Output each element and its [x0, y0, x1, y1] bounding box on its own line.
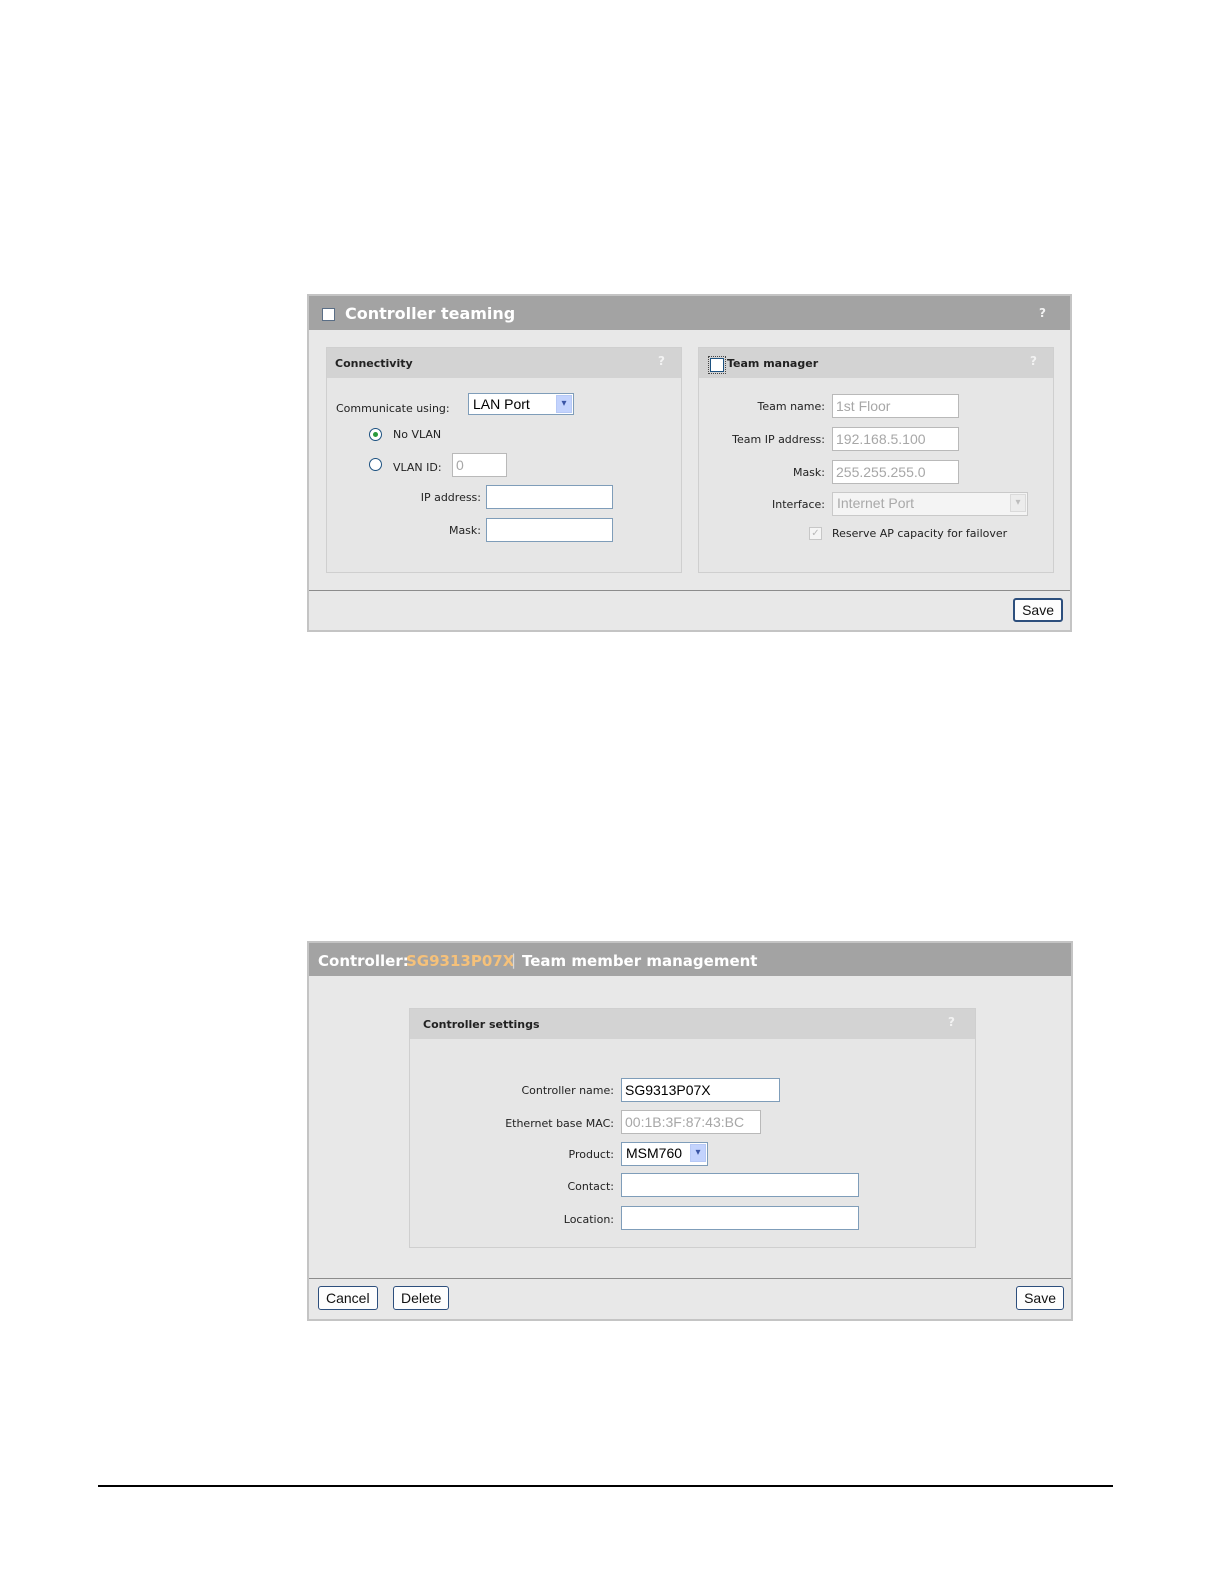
- header-prefix: Controller:: [318, 952, 409, 970]
- collapse-checkbox[interactable]: [322, 308, 335, 321]
- save-button[interactable]: Save: [1016, 1286, 1064, 1310]
- team-member-header: Controller: SG9313P07X | Team member man…: [309, 943, 1071, 976]
- cancel-button[interactable]: Cancel: [318, 1286, 378, 1310]
- help-icon[interactable]: ?: [948, 1015, 955, 1029]
- panel-title: Controller teaming: [345, 304, 516, 323]
- chevron-down-icon[interactable]: ▾: [1010, 494, 1026, 512]
- team-name-input[interactable]: [832, 394, 959, 418]
- header-separator: |: [511, 951, 517, 969]
- communicate-using-select[interactable]: LAN Port ▾: [468, 393, 574, 415]
- controller-name-input[interactable]: [621, 1078, 780, 1102]
- team-ip-label: Team IP address:: [732, 433, 825, 446]
- delete-button[interactable]: Delete: [393, 1286, 450, 1310]
- controller-settings-title: Controller settings: [423, 1018, 540, 1031]
- location-label: Location:: [563, 1213, 614, 1226]
- team-mask-input[interactable]: [832, 460, 959, 484]
- ip-address-label: IP address:: [420, 491, 481, 504]
- mask-label: Mask:: [448, 524, 481, 537]
- save-button[interactable]: Save: [1013, 598, 1063, 622]
- header-title: Team member management: [522, 952, 758, 970]
- team-manager-section: Team manager ? Team name: Team IP addres…: [698, 347, 1054, 573]
- team-name-label: Team name:: [757, 400, 825, 413]
- team-mask-label: Mask:: [792, 466, 825, 479]
- product-select[interactable]: MSM760 ▾: [621, 1142, 708, 1166]
- vlan-id-input[interactable]: [452, 453, 507, 477]
- mask-input[interactable]: [486, 518, 613, 542]
- help-icon[interactable]: ?: [1039, 306, 1046, 320]
- chevron-down-icon[interactable]: ▾: [690, 1144, 706, 1162]
- interface-label: Interface:: [772, 498, 825, 511]
- team-manager-title: Team manager: [727, 357, 819, 370]
- controller-teaming-header: Controller teaming ?: [309, 296, 1070, 330]
- controller-id: SG9313P07X: [406, 952, 515, 970]
- ethernet-mac-input: [621, 1110, 761, 1134]
- help-icon[interactable]: ?: [658, 354, 665, 368]
- page-footer-rule: [98, 1485, 1113, 1487]
- ip-address-input[interactable]: [486, 485, 613, 509]
- reserve-ap-label: Reserve AP capacity for failover: [832, 527, 1008, 540]
- vlan-id-radio[interactable]: [369, 458, 382, 471]
- interface-select[interactable]: Internet Port ▾: [832, 492, 1028, 516]
- connectivity-section: Connectivity ? Communicate using: LAN Po…: [326, 347, 682, 573]
- team-member-panel: Controller: SG9313P07X | Team member man…: [307, 941, 1073, 1321]
- reserve-ap-checkbox[interactable]: ✓: [809, 527, 822, 540]
- connectivity-title: Connectivity: [335, 357, 413, 370]
- controller-name-label: Controller name:: [521, 1084, 614, 1097]
- no-vlan-radio[interactable]: [369, 428, 382, 441]
- vlan-id-label: VLAN ID:: [393, 461, 442, 474]
- contact-input[interactable]: [621, 1173, 859, 1197]
- ethernet-mac-label: Ethernet base MAC:: [505, 1117, 614, 1130]
- team-manager-checkbox[interactable]: [708, 356, 726, 374]
- location-input[interactable]: [621, 1206, 859, 1230]
- controller-settings-section: Controller settings ? Controller name: E…: [409, 1008, 976, 1248]
- no-vlan-label: No VLAN: [393, 428, 442, 441]
- product-label: Product:: [568, 1148, 614, 1161]
- chevron-down-icon[interactable]: ▾: [556, 395, 572, 413]
- contact-label: Contact:: [567, 1180, 614, 1193]
- controller-teaming-panel: Controller teaming ? Connectivity ? Comm…: [307, 294, 1072, 632]
- footer-divider: [309, 1278, 1071, 1279]
- footer-divider: [309, 590, 1070, 591]
- communicate-using-label: Communicate using:: [336, 402, 450, 415]
- team-ip-input[interactable]: [832, 427, 959, 451]
- help-icon[interactable]: ?: [1030, 354, 1037, 368]
